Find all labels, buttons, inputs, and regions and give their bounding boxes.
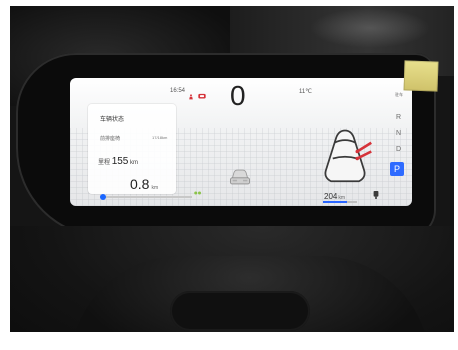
clock-time: 16:54 — [170, 88, 186, 94]
vehicle-status-row2: 里程 155 km — [98, 156, 138, 167]
seatbelt-warning-icon — [189, 94, 193, 100]
range-bar — [323, 201, 357, 203]
bottom-white-strip — [0, 332, 458, 350]
vehicle-status-title: 车辆状态 — [100, 117, 125, 123]
vehicle-status-row1-value: 17/18km — [152, 135, 168, 140]
vehicle-status-row2-unit: km — [130, 160, 139, 166]
trip-odometer-value: 0.8 — [130, 176, 150, 192]
outside-temperature: 11℃ — [299, 89, 312, 95]
range-value: 204 — [324, 192, 338, 201]
charging-plug-icon — [373, 191, 379, 199]
green-assist-icon — [194, 191, 201, 195]
vehicle-status-row1-label: 前排座椅 — [100, 136, 121, 142]
gear-letter-d: D — [396, 146, 402, 153]
car-interior-photo: 16:54 0 11℃ 车辆状态 前排座椅 17/18km 里程 155 km … — [10, 6, 454, 346]
trip-odometer-marker — [100, 194, 106, 200]
trip-odometer-unit: km — [151, 185, 159, 191]
range-readout: 204km — [324, 192, 345, 201]
vehicle-status-row2-value: 155 — [111, 156, 129, 167]
car-rear-icon — [230, 169, 250, 185]
trip-odometer: 0.8 km — [130, 176, 158, 192]
steering-hub — [170, 291, 310, 331]
gear-hint: 驻车 — [395, 92, 403, 97]
range-bar-fill — [323, 201, 347, 203]
gear-letter-n: N — [396, 130, 402, 137]
yellow-tape — [403, 60, 439, 92]
speed-readout: 0 — [230, 80, 246, 111]
vehicle-status-row2-label: 里程 — [98, 160, 111, 166]
gear-current-p: P — [390, 162, 404, 176]
instrument-cluster-screen: 16:54 0 11℃ 车辆状态 前排座椅 17/18km 里程 155 km … — [70, 78, 412, 206]
door-open-warning-icon — [198, 93, 206, 99]
top-status-bar: 16:54 0 11℃ — [70, 82, 412, 110]
trip-odometer-bar — [100, 194, 192, 200]
windshield-glare — [310, 8, 430, 48]
photo-frame: 16:54 0 11℃ 车辆状态 前排座椅 17/18km 里程 155 km … — [0, 0, 458, 350]
car-topdown-icon — [324, 129, 372, 183]
gear-letter-r: R — [396, 114, 402, 121]
